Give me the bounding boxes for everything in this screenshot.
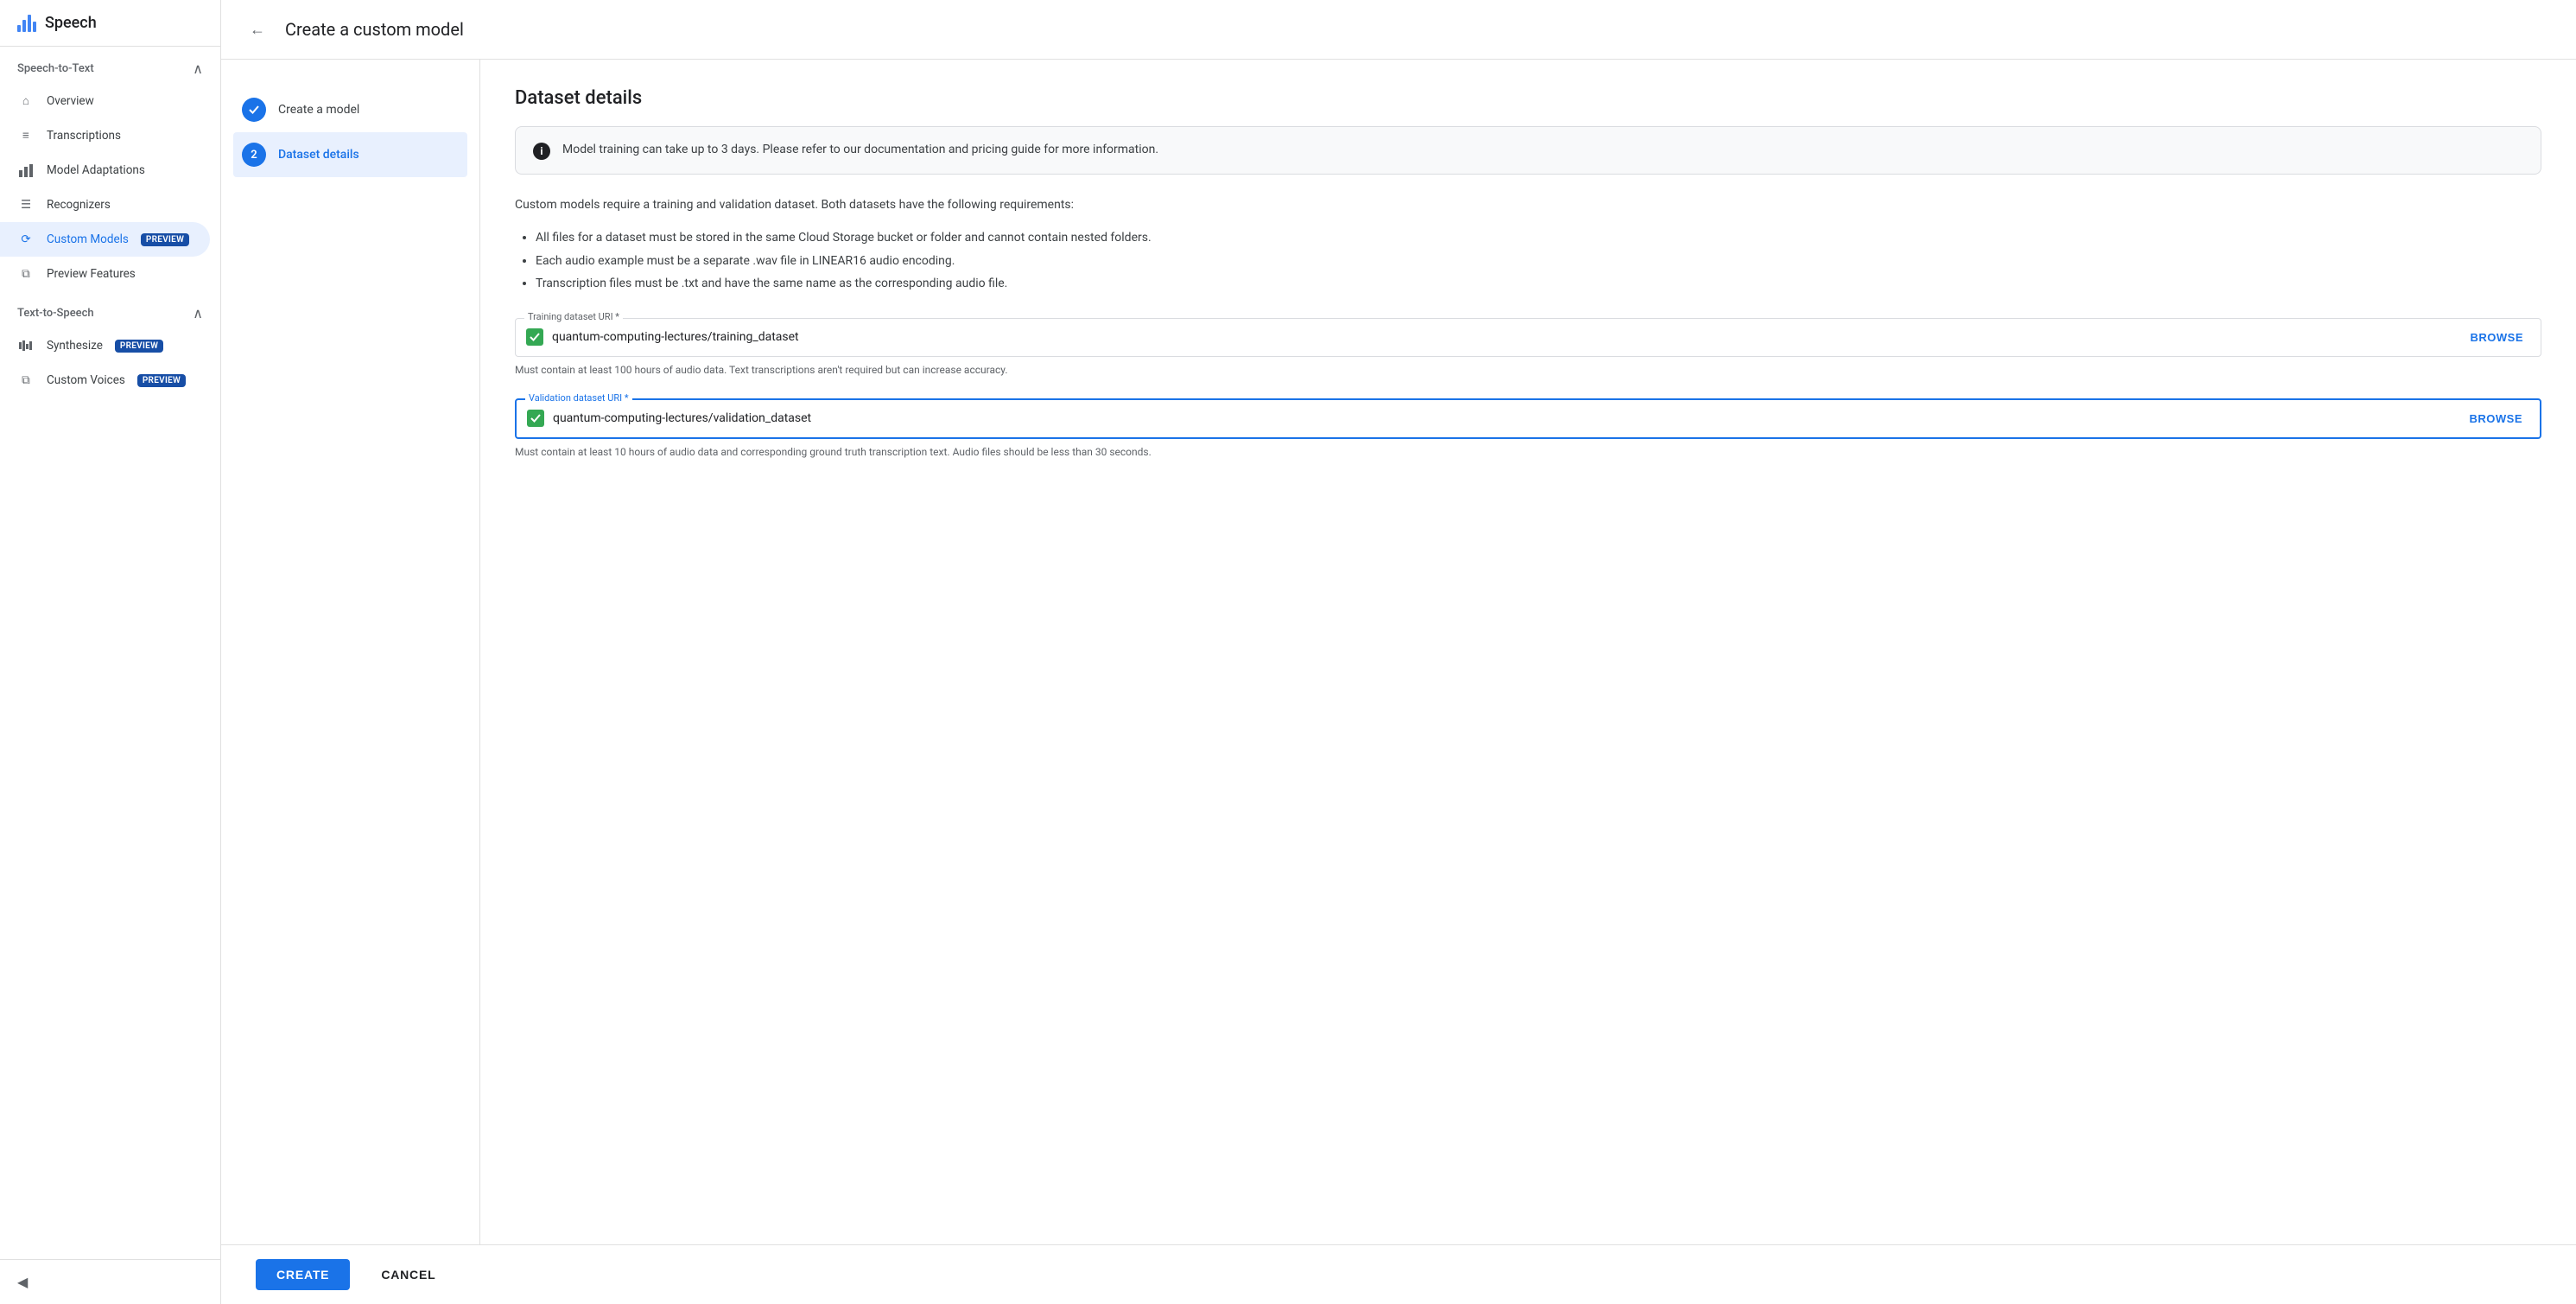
step1-circle	[242, 98, 266, 122]
tts-chevron-icon: ∧	[193, 305, 203, 321]
cancel-button[interactable]: CANCEL	[360, 1259, 456, 1290]
bullet-item: All files for a dataset must be stored i…	[536, 228, 2541, 247]
sidebar-item-label: Preview Features	[47, 267, 136, 281]
sidebar-item-label: Overview	[47, 94, 94, 108]
page-title: Create a custom model	[285, 19, 464, 40]
custom-voices-preview-badge: PREVIEW	[137, 374, 186, 387]
bullet-item: Transcription files must be .txt and hav…	[536, 274, 2541, 293]
synthesize-preview-badge: PREVIEW	[115, 340, 163, 353]
sidebar-item-synthesize[interactable]: Synthesize PREVIEW	[0, 328, 210, 363]
sidebar-item-preview-features[interactable]: ⧉ Preview Features	[0, 257, 210, 291]
validation-field-inner: BROWSE	[527, 409, 2529, 429]
menu-icon: ☰	[17, 196, 35, 213]
training-dataset-input[interactable]	[552, 330, 2455, 344]
validation-dataset-input[interactable]	[553, 411, 2454, 425]
app-title: Speech	[45, 14, 97, 32]
training-check-icon	[526, 328, 543, 346]
layers-icon: ⧉	[17, 265, 35, 283]
sidebar-collapse-button[interactable]: ◀	[0, 1259, 220, 1304]
form-panel: Dataset details i Model training can tak…	[480, 60, 2576, 1244]
home-icon: ⌂	[17, 92, 35, 110]
logo-icon	[17, 15, 36, 32]
collapse-icon: ◀	[17, 1274, 28, 1290]
stt-section-label[interactable]: Speech-to-Text ∧	[0, 47, 220, 84]
validation-dataset-group: Validation dataset URI * BROWSE Must con…	[515, 398, 2541, 460]
main-area: ← Create a custom model Create a model 2	[221, 0, 2576, 1304]
sidebar-item-label: Custom Voices	[47, 373, 125, 387]
validation-field-hint: Must contain at least 10 hours of audio …	[515, 444, 2541, 460]
sidebar: Speech Speech-to-Text ∧ ⌂ Overview ≡ Tra…	[0, 0, 221, 1304]
tts-section-label[interactable]: Text-to-Speech ∧	[0, 291, 220, 328]
info-text: Model training can take up to 3 days. Pl…	[562, 141, 1158, 159]
sidebar-item-transcriptions[interactable]: ≡ Transcriptions	[0, 118, 210, 153]
back-button[interactable]: ←	[242, 14, 273, 45]
bullet-list: All files for a dataset must be stored i…	[515, 228, 2541, 293]
bullet-item: Each audio example must be a separate .w…	[536, 251, 2541, 270]
sidebar-item-overview[interactable]: ⌂ Overview	[0, 84, 210, 118]
validation-dataset-wrapper: Validation dataset URI * BROWSE	[515, 398, 2541, 439]
requirements-text: Custom models require a training and val…	[515, 195, 2541, 214]
form-title: Dataset details	[515, 87, 2541, 109]
custom-models-preview-badge: PREVIEW	[141, 233, 189, 246]
sidebar-item-custom-models[interactable]: ⟳ Custom Models PREVIEW	[0, 222, 210, 257]
info-icon: i	[533, 143, 550, 160]
top-bar: ← Create a custom model	[221, 0, 2576, 60]
sidebar-item-label: Model Adaptations	[47, 163, 145, 177]
info-box: i Model training can take up to 3 days. …	[515, 126, 2541, 175]
training-field-hint: Must contain at least 100 hours of audio…	[515, 362, 2541, 378]
training-dataset-group: Training dataset URI * BROWSE Must conta…	[515, 318, 2541, 378]
sidebar-item-custom-voices[interactable]: ⧉ Custom Voices PREVIEW	[0, 363, 210, 398]
app-logo: Speech	[17, 14, 97, 32]
validation-browse-button[interactable]: BROWSE	[2463, 409, 2530, 429]
validation-field-label: Validation dataset URI *	[525, 392, 632, 404]
stepper-panel: Create a model 2 Dataset details	[221, 60, 480, 1244]
training-browse-button[interactable]: BROWSE	[2464, 328, 2531, 347]
sidebar-header: Speech	[0, 0, 220, 47]
step2-label: Dataset details	[278, 148, 359, 162]
music-icon	[17, 337, 35, 354]
training-field-inner: BROWSE	[526, 328, 2530, 347]
sidebar-item-label: Custom Models	[47, 232, 129, 246]
step1-label: Create a model	[278, 103, 359, 117]
sidebar-item-model-adaptations[interactable]: Model Adaptations	[0, 153, 210, 188]
step2-circle: 2	[242, 143, 266, 167]
step-dataset-details: 2 Dataset details	[233, 132, 467, 177]
action-bar: CREATE CANCEL	[221, 1244, 2576, 1304]
sidebar-item-label: Synthesize	[47, 339, 103, 353]
list-icon: ≡	[17, 127, 35, 144]
sidebar-item-label: Recognizers	[47, 198, 111, 212]
content-area: Create a model 2 Dataset details Dataset…	[221, 60, 2576, 1244]
sidebar-item-label: Transcriptions	[47, 129, 121, 143]
stt-chevron-icon: ∧	[193, 60, 203, 77]
bar-chart-icon	[17, 162, 35, 179]
training-field-label: Training dataset URI *	[524, 311, 623, 322]
step-create-model: Create a model	[242, 87, 459, 132]
layers2-icon: ⧉	[17, 372, 35, 389]
sidebar-item-recognizers[interactable]: ☰ Recognizers	[0, 188, 210, 222]
back-arrow-icon: ←	[250, 21, 265, 39]
training-dataset-wrapper: Training dataset URI * BROWSE	[515, 318, 2541, 357]
validation-check-icon	[527, 410, 544, 427]
refresh-icon: ⟳	[17, 231, 35, 248]
create-button[interactable]: CREATE	[256, 1259, 350, 1290]
